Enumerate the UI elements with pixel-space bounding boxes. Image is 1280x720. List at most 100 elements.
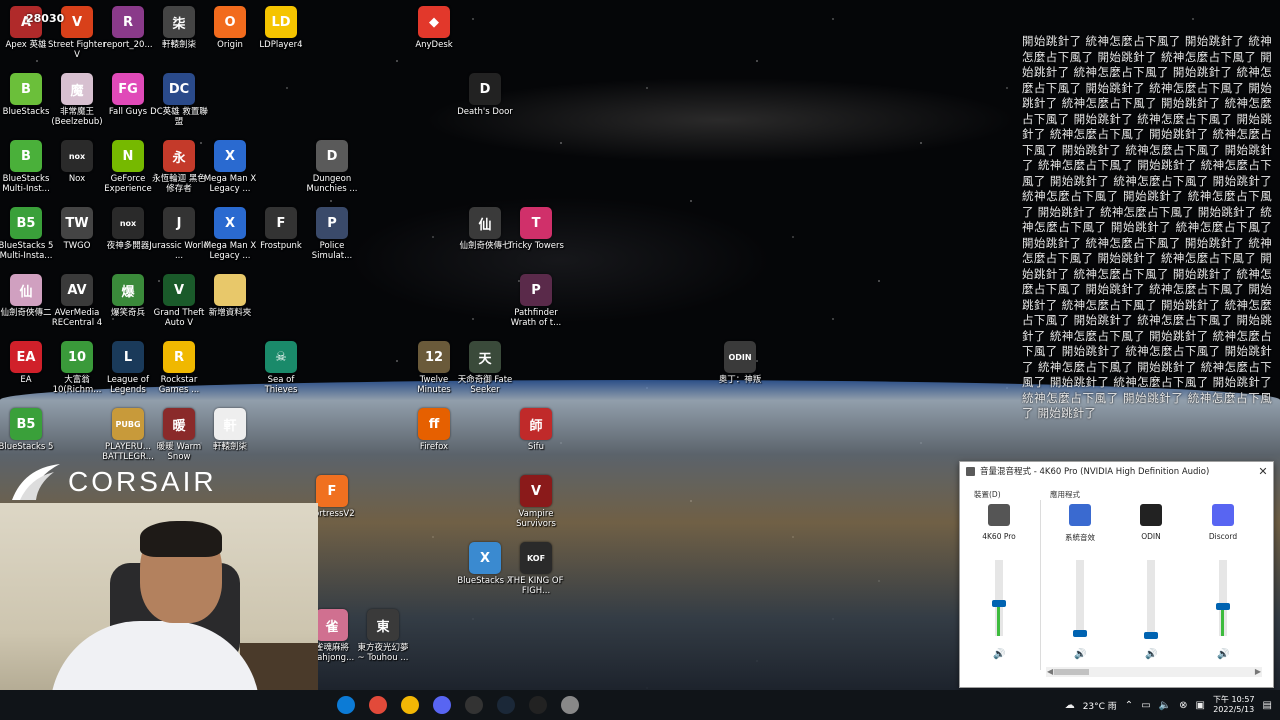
chevron-up-icon[interactable]: ⌃ (1125, 700, 1133, 711)
desktop-icon-label: BlueStacks 5 (0, 442, 54, 452)
clock-date: 2022/5/13 (1213, 705, 1255, 714)
desktop-icon[interactable]: 天天命奇御 Fate Seeker (455, 341, 515, 395)
app-icon: X (214, 140, 246, 172)
desktop-icon[interactable]: D Death's Door (455, 73, 515, 117)
app-icon: P (316, 207, 348, 239)
desktop-icon-label: Tricky Towers (508, 241, 564, 251)
network-icon[interactable]: ▭ (1141, 700, 1150, 711)
taskbar-shield-button[interactable] (554, 690, 586, 720)
taskbar-chrome-alt-button[interactable] (394, 690, 426, 720)
app-icon: FG (112, 73, 144, 105)
desktop-icon-label: Sifu (527, 442, 545, 452)
desktop-icon[interactable]: KOF THE KING OF FIGH... (506, 542, 566, 596)
mixer-title: 音量混音程式 - 4K60 Pro (NVIDIA High Definitio… (980, 467, 1210, 477)
mixer-separator (1040, 500, 1041, 670)
volume-slider[interactable] (1144, 560, 1158, 639)
app-icon: KOF (520, 542, 552, 574)
volume-slider[interactable] (992, 560, 1006, 636)
app-icon: ff (418, 408, 450, 440)
scroll-right-icon[interactable]: ▶ (1255, 667, 1261, 677)
desktop-icon[interactable]: R Rockstar Games ... (149, 341, 209, 395)
desktop-icon[interactable]: DC DC英雄 救置聯盟 (149, 73, 209, 127)
app-icon: 仙 (10, 274, 42, 306)
taskbar-apps (330, 690, 586, 720)
discord-icon (433, 696, 451, 714)
app-icon: V (520, 475, 552, 507)
desktop-icon[interactable]: 東東方夜光幻夢 ~ Touhou ... (353, 609, 413, 663)
weather-icon[interactable]: ☁ (1065, 700, 1075, 711)
desktop-icon[interactable]: 新增資料夾 (200, 274, 260, 318)
desktop-icon[interactable]: ODIN 奧丁：神叛 (710, 341, 770, 385)
volume-slider[interactable] (1216, 560, 1230, 636)
desktop-icon[interactable]: LD LDPlayer4 (251, 6, 311, 50)
channel-name: 4K60 Pro (982, 532, 1016, 541)
speaker-icon[interactable]: 🔊 (1145, 649, 1157, 660)
app-icon: 雀 (316, 609, 348, 641)
close-icon[interactable]: ✕ (1253, 465, 1273, 478)
apps-group-label: 應用程式 (1050, 490, 1080, 499)
app-icon: EA (10, 341, 42, 373)
channel-name: 系統音效 (1065, 533, 1095, 542)
taskbar-obs-button[interactable] (458, 690, 490, 720)
taskbar-chrome-button[interactable] (362, 690, 394, 720)
mixer-scrollbar[interactable]: ◀ ▶ (1046, 667, 1262, 677)
volume-mixer-window[interactable]: 音量混音程式 - 4K60 Pro (NVIDIA High Definitio… (959, 461, 1274, 688)
speaker-icon[interactable]: 🔊 (1074, 649, 1086, 660)
app-icon: TW (61, 207, 93, 239)
slider-thumb[interactable] (1144, 632, 1158, 639)
app-icon: 爆 (112, 274, 144, 306)
taskbar-discord-button[interactable] (426, 690, 458, 720)
desktop-icon[interactable]: X Mega Man X Legacy ... (200, 140, 260, 194)
taskbar-edge-button[interactable] (330, 690, 362, 720)
speaker-app-icon (966, 466, 975, 476)
desktop-icon[interactable]: ☠ Sea of Thieves (251, 341, 311, 395)
desktop-icon[interactable]: ◆ AnyDesk (404, 6, 464, 50)
desktop-icon[interactable]: 師 Sifu (506, 408, 566, 452)
device-group-label: 裝置(D) (974, 490, 1001, 499)
system-sounds-icon[interactable] (1069, 504, 1091, 526)
desktop-icon[interactable]: V Vampire Survivors (506, 475, 566, 529)
slider-thumb[interactable] (1073, 630, 1087, 637)
desktop-icon[interactable]: B5 BlueStacks 5 (0, 408, 56, 452)
discord-icon[interactable] (1212, 504, 1234, 526)
volume-level (997, 604, 1000, 636)
desktop-icon-label: 新增資料夾 (208, 308, 252, 318)
desktop-icon[interactable]: 軒軒轅劍柒 (200, 408, 260, 452)
app-icon: 12 (418, 341, 450, 373)
desktop-icon-label: Firefox (419, 442, 449, 452)
volume-icon[interactable]: 🔈 (1159, 700, 1171, 711)
app-icon: T (520, 207, 552, 239)
speaker-icon[interactable]: 🔊 (1217, 649, 1229, 660)
taskbar-odin-button[interactable] (522, 690, 554, 720)
app-icon: F (316, 475, 348, 507)
app-icon: 東 (367, 609, 399, 641)
scroll-thumb[interactable] (1054, 669, 1089, 675)
scroll-left-icon[interactable]: ◀ (1047, 667, 1053, 677)
speaker-icon[interactable]: 🔊 (993, 649, 1005, 660)
desktop-icon[interactable]: P Pathfinder Wrath of t... (506, 274, 566, 328)
desktop-icon[interactable]: D Dungeon Munchies ... (302, 140, 362, 194)
app-icon: L (112, 341, 144, 373)
monitor-icon[interactable] (988, 504, 1010, 526)
volume-slider[interactable] (1073, 560, 1087, 637)
desktop-icon-label: 天命奇御 Fate Seeker (457, 375, 513, 395)
app-icon: ◆ (418, 6, 450, 38)
mixer-titlebar[interactable]: 音量混音程式 - 4K60 Pro (NVIDIA High Definitio… (960, 462, 1273, 480)
desktop-icon[interactable]: ff Firefox (404, 408, 464, 452)
notification-icon[interactable]: ▤ (1263, 700, 1272, 711)
desktop-icon-label: Sea of Thieves (264, 375, 298, 395)
app-tray-icon[interactable]: ▣ (1195, 700, 1204, 711)
edge-icon (337, 696, 355, 714)
weather-text[interactable]: 23°C 雨 (1083, 699, 1117, 712)
desktop-icon-label: Pathfinder Wrath of t... (510, 308, 562, 328)
desktop-icon[interactable]: T Tricky Towers (506, 207, 566, 251)
taskbar-steam-button[interactable] (490, 690, 522, 720)
mute-icon[interactable]: ⊗ (1179, 700, 1187, 711)
tray-clock[interactable]: 下午 10:57 2022/5/13 (1213, 695, 1255, 715)
desktop-icon[interactable]: P Police Simulat... (302, 207, 362, 261)
slider-thumb[interactable] (1216, 603, 1230, 610)
slider-thumb[interactable] (992, 600, 1006, 607)
app-icon: PUBG (112, 408, 144, 440)
app-icon: P (520, 274, 552, 306)
odin-icon[interactable] (1140, 504, 1162, 526)
